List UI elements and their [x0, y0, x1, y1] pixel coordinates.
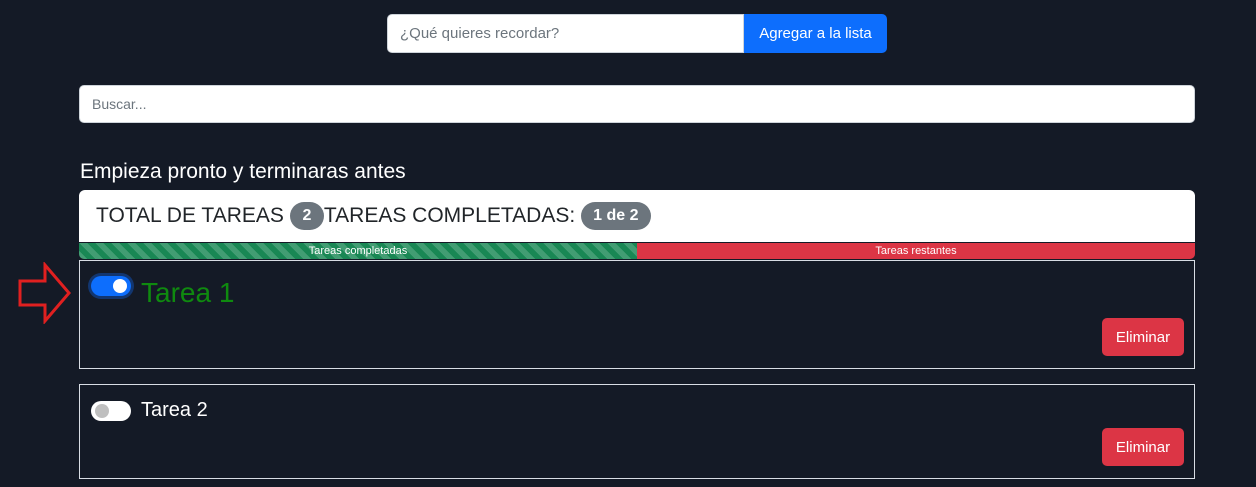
- progress-remaining-segment: Tareas restantes: [637, 243, 1195, 259]
- task-item-1: Tarea 1 Eliminar: [79, 260, 1195, 369]
- task-item-2: Tarea 2 Eliminar: [79, 384, 1195, 479]
- progress-remaining-label: Tareas restantes: [875, 245, 957, 257]
- search-input[interactable]: [79, 85, 1195, 123]
- task-1-delete-button[interactable]: Eliminar: [1102, 318, 1184, 356]
- task-1-name: Tarea 1: [141, 277, 235, 308]
- completed-tasks-badge: 1 de 2: [581, 202, 651, 230]
- add-task-form: Agregar a la lista: [387, 14, 887, 53]
- toggle-knob: [95, 404, 109, 418]
- total-tasks-label: TOTAL DE TAREAS: [96, 204, 284, 227]
- progress-completed-label: Tareas completadas: [308, 245, 408, 257]
- new-task-input[interactable]: [387, 14, 744, 53]
- completed-tasks-label: TAREAS COMPLETADAS:: [323, 204, 576, 227]
- progress-completed-segment: Tareas completadas: [79, 243, 637, 259]
- task-stats-header: TOTAL DE TAREAS 2 TAREAS COMPLETADAS: 1 …: [79, 190, 1195, 242]
- total-tasks-badge: 2: [289, 202, 324, 230]
- toggle-knob: [113, 279, 127, 293]
- add-to-list-button[interactable]: Agregar a la lista: [744, 14, 887, 53]
- task-1-toggle[interactable]: [91, 276, 131, 296]
- task-2-delete-button[interactable]: Eliminar: [1102, 428, 1184, 466]
- task-progress-bar: Tareas completadas Tareas restantes: [79, 243, 1195, 259]
- page-heading: Empieza pronto y terminaras antes: [80, 160, 406, 183]
- arrow-right-icon: [18, 262, 71, 324]
- task-2-toggle[interactable]: [91, 401, 131, 421]
- task-2-name: Tarea 2: [141, 399, 208, 421]
